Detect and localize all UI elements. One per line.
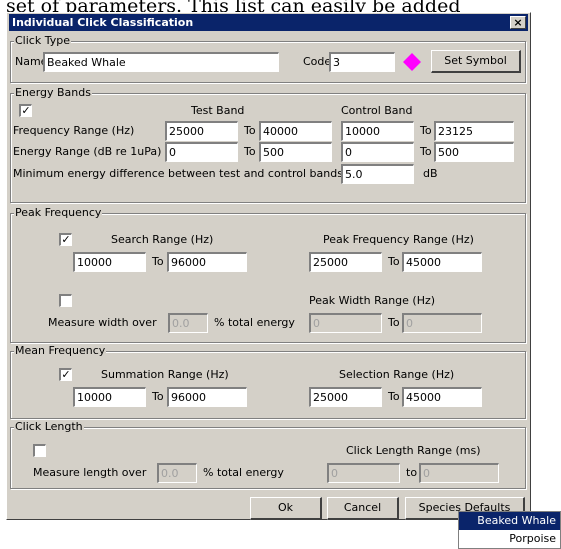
click-length-checkbox[interactable] [33,444,46,457]
freq-ctrl-to-field[interactable]: 23125 [434,121,514,141]
freq-ctrl-from-field[interactable]: 10000 [341,121,414,141]
selection-from-field[interactable]: 25000 [309,387,382,407]
summation-range-label: Summation Range (Hz) [101,368,229,381]
peak-width-label: Peak Width Range (Hz) [309,294,436,307]
peak-width-checkbox[interactable] [59,294,72,307]
to-label: To [420,145,432,158]
search-to-field[interactable]: 96000 [167,252,247,272]
click-classification-dialog: Individual Click Classification × Click … [6,12,531,520]
energy-ctrl-from-field[interactable]: 0 [341,142,414,162]
test-band-label: Test Band [191,104,245,117]
click-length-range-label: Click Length Range (ms) [346,444,481,457]
peak-frequency-legend: Peak Frequency [14,206,103,220]
window-title: Individual Click Classification [12,16,194,29]
energy-ctrl-to-field[interactable]: 500 [434,142,514,162]
species-defaults-menu: Beaked Whale Porpoise [458,511,561,549]
measure-width-label: Measure width over [48,316,157,329]
peak-frequency-group: Peak Frequency ✓ Search Range (Hz) Peak … [10,206,526,343]
to-label: To [244,145,256,158]
width-from-field[interactable]: 0 [309,313,382,333]
search-range-checkbox[interactable]: ✓ [59,233,72,246]
min-diff-field[interactable]: 5.0 [341,164,414,184]
to-label: To [244,124,256,137]
energy-test-from-field[interactable]: 0 [165,142,238,162]
to-label: To [152,390,164,403]
total-energy-label: % total energy [203,466,284,479]
set-symbol-button[interactable]: Set Symbol [431,50,521,73]
energy-bands-checkbox[interactable]: ✓ [19,104,32,117]
total-energy-label: % total energy [214,316,295,329]
click-type-legend: Click Type [14,34,71,48]
name-field[interactable]: Beaked Whale [43,52,279,72]
click-length-legend: Click Length [14,420,84,434]
menu-item-porpoise[interactable]: Porpoise [459,530,560,548]
selection-to-field[interactable]: 45000 [402,387,482,407]
title-bar: Individual Click Classification × [9,14,528,31]
peak-from-field[interactable]: 25000 [309,252,382,272]
length-from-field[interactable]: 0 [327,463,400,483]
symbol-diamond-icon [403,53,421,71]
peak-range-label: Peak Frequency Range (Hz) [323,233,474,246]
energy-bands-group: Energy Bands ✓ Test Band Control Band Fr… [10,86,526,203]
search-from-field[interactable]: 10000 [73,252,146,272]
energy-range-label: Energy Range (dB re 1uPa) [13,145,162,158]
click-type-group: Click Type Name Beaked Whale Code 3 Set … [10,34,526,83]
frequency-range-label: Frequency Range (Hz) [13,124,135,137]
length-to-field[interactable]: 0 [419,463,499,483]
close-icon[interactable]: × [510,16,526,29]
measure-length-field[interactable]: 0.0 [157,463,197,483]
code-label: Code [303,55,332,68]
mean-frequency-legend: Mean Frequency [14,344,107,358]
energy-test-to-field[interactable]: 500 [259,142,332,162]
to-label: to [406,466,418,479]
search-range-label: Search Range (Hz) [111,233,214,246]
selection-range-label: Selection Range (Hz) [339,368,455,381]
to-label: To [152,255,164,268]
summation-checkbox[interactable]: ✓ [59,368,72,381]
width-to-field[interactable]: 0 [402,313,482,333]
measure-width-field[interactable]: 0.0 [168,313,208,333]
mean-frequency-group: Mean Frequency ✓ Summation Range (Hz) Se… [10,344,526,419]
control-band-label: Control Band [341,104,413,117]
menu-item-beaked-whale[interactable]: Beaked Whale [459,512,560,530]
peak-to-field[interactable]: 45000 [402,252,482,272]
freq-test-from-field[interactable]: 25000 [165,121,238,141]
summation-from-field[interactable]: 10000 [73,387,146,407]
code-field[interactable]: 3 [329,52,395,72]
to-label: To [388,390,400,403]
cancel-button[interactable]: Cancel [327,497,399,520]
energy-bands-legend: Energy Bands [14,86,92,100]
ok-button[interactable]: Ok [250,497,322,520]
click-length-group: Click Length Click Length Range (ms) Mea… [10,420,526,489]
summation-to-field[interactable]: 96000 [167,387,247,407]
db-unit-label: dB [423,167,438,180]
freq-test-to-field[interactable]: 40000 [259,121,332,141]
to-label: To [388,316,400,329]
to-label: To [420,124,432,137]
to-label: To [388,255,400,268]
min-diff-label: Minimum energy difference between test a… [13,167,343,180]
measure-length-label: Measure length over [33,466,147,479]
